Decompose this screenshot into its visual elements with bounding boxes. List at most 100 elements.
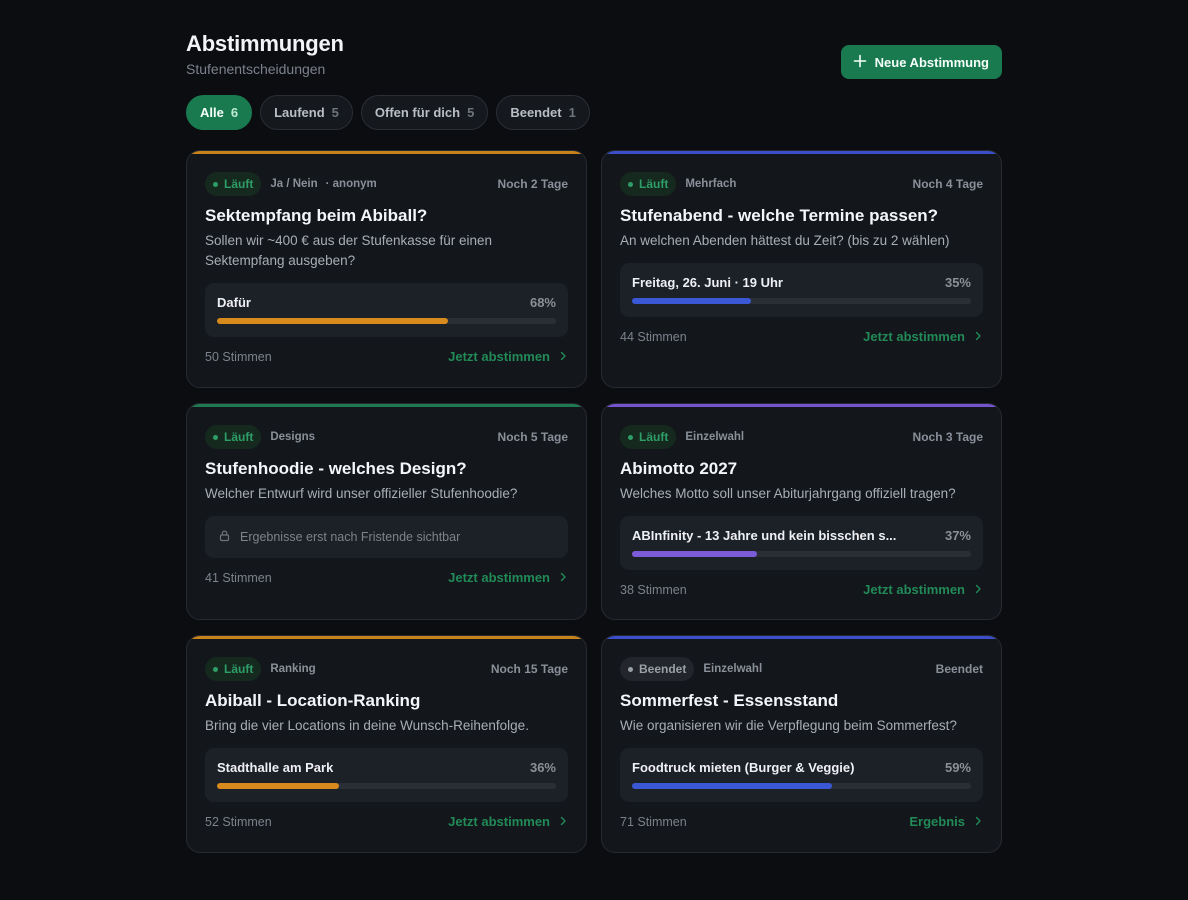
time-remaining: Noch 4 Tage bbox=[912, 177, 983, 191]
result-percent: 37% bbox=[944, 528, 971, 543]
result-percent: 68% bbox=[529, 295, 556, 310]
chevron-right-icon bbox=[558, 814, 568, 829]
poll-card[interactable]: Läuft Ja / Nein · anonym Noch 2 Tage Sek… bbox=[186, 150, 587, 388]
vote-now-link[interactable]: Jetzt abstimmen bbox=[448, 570, 568, 585]
status-dot bbox=[628, 666, 633, 672]
vote-count: 52 Stimmen bbox=[205, 814, 272, 829]
poll-card[interactable]: Beendet Einzelwahl Beendet Sommerfest - … bbox=[601, 635, 1002, 853]
poll-type: Einzelwahl bbox=[685, 431, 745, 443]
card-accent bbox=[602, 636, 1001, 639]
status-dot bbox=[628, 181, 633, 187]
result-percent: 35% bbox=[944, 275, 971, 290]
leading-result: Freitag, 26. Juni · 19 Uhr 35% bbox=[620, 263, 983, 317]
page-subtitle: Stufenentscheidungen bbox=[186, 61, 326, 77]
filter-label: Laufend bbox=[274, 105, 325, 120]
status-badge: Läuft bbox=[205, 425, 262, 449]
result-option: Foodtruck mieten (Burger & Veggie) bbox=[632, 760, 855, 775]
filter-open-for-you[interactable]: Offen für dich 5 bbox=[360, 95, 489, 130]
result-option: Dafür bbox=[217, 295, 251, 310]
poll-card[interactable]: Läuft Ranking Noch 15 Tage Abiball - Loc… bbox=[186, 635, 587, 853]
vote-now-link[interactable]: Jetzt abstimmen bbox=[863, 329, 983, 344]
cta-label: Jetzt abstimmen bbox=[448, 814, 550, 829]
card-meta: Beendet Einzelwahl Beendet bbox=[620, 657, 983, 681]
status-label: Läuft bbox=[224, 177, 254, 191]
status-dot bbox=[213, 666, 218, 672]
filter-count: 5 bbox=[467, 105, 475, 120]
poll-description: Welches Motto soll unser Abiturjahrgang … bbox=[620, 486, 956, 501]
poll-question: Abiball - Location-Ranking bbox=[205, 691, 421, 710]
filter-running[interactable]: Laufend 5 bbox=[260, 95, 353, 130]
status-label: Beendet bbox=[639, 662, 687, 676]
time-remaining: Noch 3 Tage bbox=[912, 430, 983, 444]
status-badge: Läuft bbox=[205, 657, 262, 681]
card-meta: Läuft Ja / Nein · anonym Noch 2 Tage bbox=[205, 172, 568, 196]
status-label: Läuft bbox=[639, 430, 669, 444]
card-accent bbox=[187, 636, 586, 639]
filter-label: Beendet bbox=[510, 105, 562, 120]
lock-icon bbox=[218, 529, 231, 545]
result-bar-fill bbox=[632, 783, 832, 789]
result-percent: 36% bbox=[529, 760, 556, 775]
time-remaining: Beendet bbox=[935, 662, 983, 676]
filter-label: Alle bbox=[200, 105, 224, 120]
vote-now-link[interactable]: Jetzt abstimmen bbox=[448, 814, 568, 829]
cta-label: Jetzt abstimmen bbox=[863, 582, 965, 597]
vote-now-link[interactable]: Jetzt abstimmen bbox=[448, 349, 568, 364]
status-badge: Läuft bbox=[205, 172, 262, 196]
new-poll-button[interactable]: Neue Abstimmung bbox=[840, 45, 1002, 79]
vote-now-link[interactable]: Jetzt abstimmen bbox=[863, 582, 983, 597]
view-result-link[interactable]: Ergebnis bbox=[909, 814, 983, 829]
poll-type: Ranking bbox=[270, 663, 316, 675]
cta-label: Jetzt abstimmen bbox=[448, 349, 550, 364]
filter-count: 5 bbox=[331, 105, 339, 120]
poll-question: Stufenabend - welche Termine passen? bbox=[620, 206, 939, 225]
chevron-right-icon bbox=[558, 570, 568, 585]
status-label: Läuft bbox=[224, 430, 254, 444]
poll-card[interactable]: Läuft Designs Noch 5 Tage Stufenhoodie -… bbox=[186, 403, 587, 620]
leading-result: Dafür 68% bbox=[205, 283, 568, 337]
poll-description: Sollen wir ~400 € aus der Stufenkasse fü… bbox=[205, 233, 493, 268]
vote-count: 71 Stimmen bbox=[620, 814, 687, 829]
result-bar-track bbox=[632, 298, 971, 304]
card-accent bbox=[602, 151, 1001, 154]
cta-label: Jetzt abstimmen bbox=[863, 329, 965, 344]
card-meta: Läuft Designs Noch 5 Tage bbox=[205, 425, 568, 449]
time-remaining: Noch 15 Tage bbox=[490, 662, 568, 676]
title-block: Abstimmungen Stufenentscheidungen bbox=[186, 30, 344, 78]
status-label: Läuft bbox=[639, 177, 669, 191]
result-bar-fill bbox=[217, 318, 448, 324]
poll-description: Wie organisieren wir die Verpflegung bei… bbox=[620, 718, 957, 733]
poll-question: Sommerfest - Essensstand bbox=[620, 691, 839, 710]
filter-bar: Alle 6 Laufend 5 Offen für dich 5 Beende… bbox=[186, 95, 1002, 130]
card-accent bbox=[187, 404, 586, 407]
filter-all[interactable]: Alle 6 bbox=[186, 95, 253, 130]
poll-description: Welcher Entwurf wird unser offizieller S… bbox=[205, 486, 518, 501]
poll-type: Designs bbox=[270, 431, 316, 443]
result-bar-fill bbox=[632, 298, 751, 304]
card-accent bbox=[187, 151, 586, 154]
card-footer: 52 Stimmen Jetzt abstimmen bbox=[205, 814, 568, 829]
filter-count: 6 bbox=[230, 105, 239, 120]
card-accent bbox=[602, 404, 1001, 407]
status-badge: Beendet bbox=[620, 657, 695, 681]
filter-ended[interactable]: Beendet 1 bbox=[496, 95, 590, 130]
status-badge: Läuft bbox=[620, 425, 677, 449]
result-option: Freitag, 26. Juni · 19 Uhr bbox=[632, 275, 783, 290]
poll-type: Mehrfach bbox=[685, 178, 737, 190]
vote-count: 38 Stimmen bbox=[620, 582, 687, 597]
card-footer: 71 Stimmen Ergebnis bbox=[620, 814, 983, 829]
result-bar-fill bbox=[217, 783, 340, 789]
card-footer: 50 Stimmen Jetzt abstimmen bbox=[205, 349, 568, 364]
poll-card[interactable]: Läuft Einzelwahl Noch 3 Tage Abimotto 20… bbox=[601, 403, 1002, 620]
poll-description: An welchen Abenden hättest du Zeit? (bis… bbox=[620, 233, 950, 248]
status-badge: Läuft bbox=[620, 172, 677, 196]
leading-result: Stadthalle am Park 36% bbox=[205, 748, 568, 802]
results-hidden-notice: Ergebnisse erst nach Fristende sichtbar bbox=[205, 516, 568, 558]
result-bar-track bbox=[217, 783, 556, 789]
poll-card[interactable]: Läuft Mehrfach Noch 4 Tage Stufenabend -… bbox=[601, 150, 1002, 388]
poll-type: Ja / Nein bbox=[270, 178, 318, 190]
vote-count: 41 Stimmen bbox=[205, 570, 272, 585]
chevron-right-icon bbox=[973, 814, 983, 829]
chevron-right-icon bbox=[973, 582, 983, 597]
result-bar-track bbox=[217, 318, 556, 324]
